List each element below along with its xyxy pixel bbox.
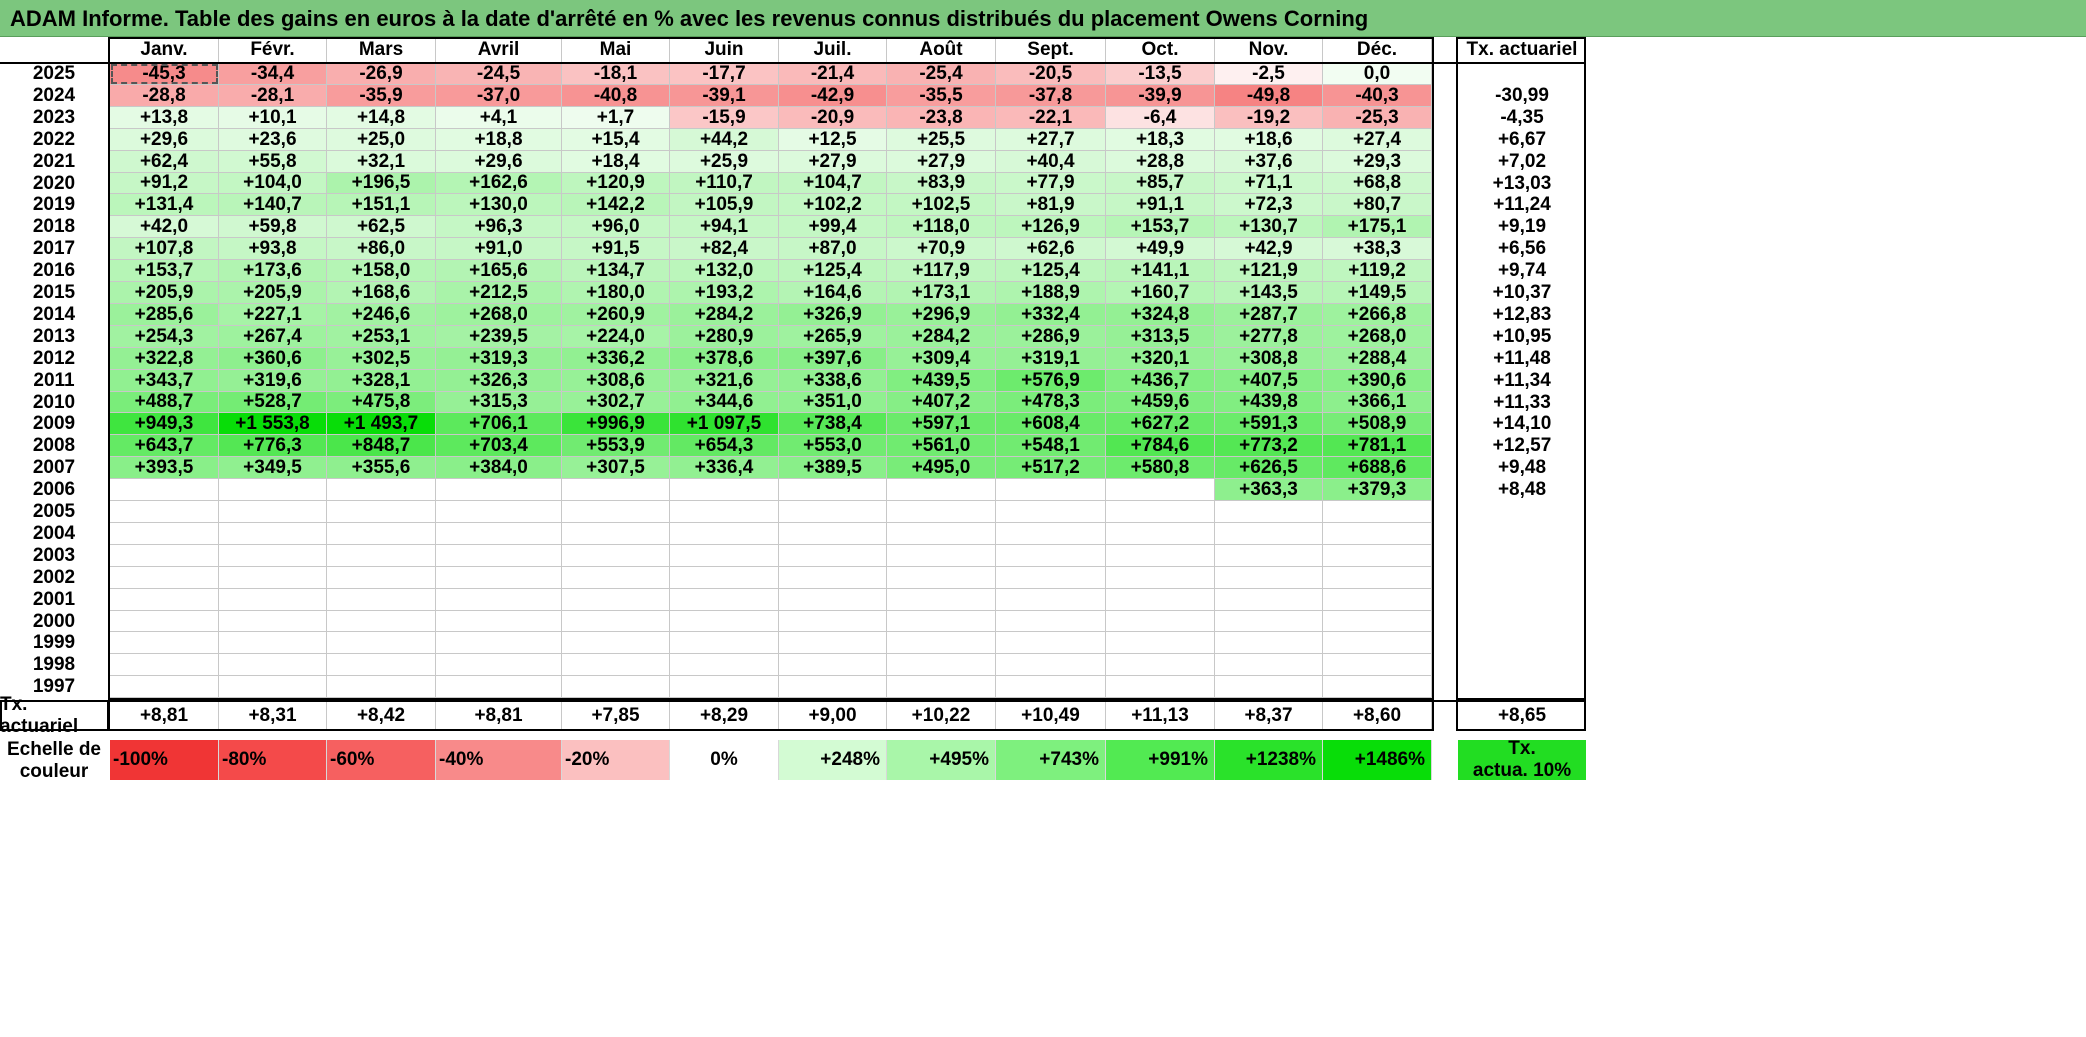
scale-swatch: -60% (327, 740, 436, 780)
scale-swatch: +248% (779, 740, 887, 780)
scale-label: Echelle de couleur (0, 739, 108, 782)
scale-swatch: 0% (670, 740, 779, 780)
footer-tx-value: +8,29 (670, 702, 779, 729)
scale-swatch: +1486% (1323, 740, 1432, 780)
footer-tx-value: +11,13 (1106, 702, 1215, 729)
scale-tx-line2: actua. 10% (1472, 760, 1572, 781)
scale-swatch: +743% (996, 740, 1106, 780)
footer-label: Tx. actuariel (0, 693, 79, 737)
scale-swatch: -100% (110, 740, 219, 780)
footer-tx-value: +7,85 (562, 702, 670, 729)
scale-swatch: -40% (436, 740, 562, 780)
scale-swatch: +495% (887, 740, 996, 780)
scale-swatch: +1238% (1215, 740, 1323, 780)
scale-label-line1: Echelle de (7, 739, 101, 760)
footer-tx-value: +8,37 (1215, 702, 1323, 729)
footer-tx-value: +9,00 (779, 702, 887, 729)
footer-tx-value: +10,49 (996, 702, 1106, 729)
scale-swatch: -20% (562, 740, 670, 780)
scale-label-line2: couleur (19, 761, 89, 782)
scale-swatch: -80% (219, 740, 327, 780)
footer-tx-value: +8,60 (1323, 702, 1432, 729)
footer-tx-value: +8,42 (327, 702, 436, 729)
footer-tx-total: +8,65 (1497, 704, 1547, 726)
scale-tx-swatch: Tx. actua. 10% (1458, 738, 1586, 781)
scale-swatch: +991% (1106, 740, 1215, 780)
footer-tx-value: +8,81 (110, 702, 219, 729)
scale-tx-line1: Tx. (1508, 738, 1536, 759)
footer-tx-value: +8,81 (436, 702, 562, 729)
table-footer-and-scale: Tx. actuariel +8,81 +8,31 +8,42 +8,81 +7,85 +8… (0, 0, 2086, 1037)
footer-tx-value: +8,31 (219, 702, 327, 729)
footer-tx-value: +10,22 (887, 702, 996, 729)
